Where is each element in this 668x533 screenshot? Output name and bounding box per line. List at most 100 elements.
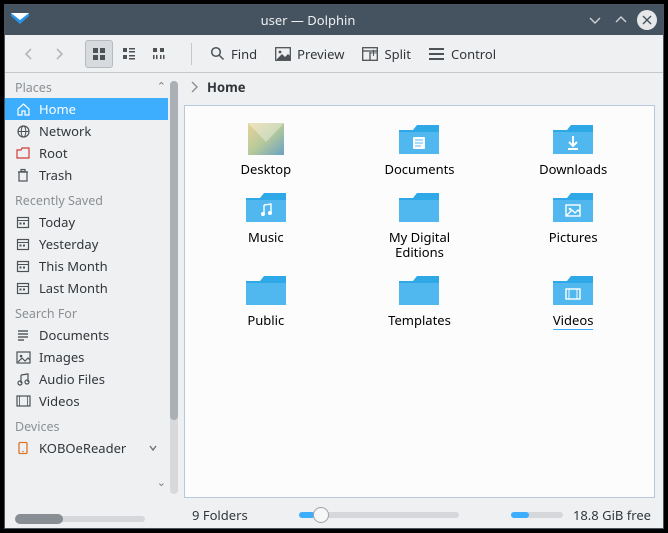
nav-forward-button[interactable] [45, 40, 73, 68]
calendar-icon [15, 258, 31, 274]
view-details-button[interactable] [145, 40, 173, 68]
file-item-videos[interactable]: Videos [500, 271, 646, 331]
calendar-icon [15, 214, 31, 230]
sidebar-item-last-month[interactable]: Last Month [5, 277, 168, 299]
preview-icon [275, 46, 291, 62]
sidebar-item-koboereader[interactable]: KOBOeReader [5, 437, 168, 459]
main-content: Home Desktop Documents Downloads Music M… [180, 73, 663, 528]
folder-icon [243, 271, 289, 309]
breadcrumb-separator-icon [190, 81, 199, 93]
sidebar-item-today[interactable]: Today [5, 211, 168, 233]
file-label: Documents [384, 162, 454, 178]
file-item-templates[interactable]: Templates [347, 271, 493, 331]
file-label: My Digital Editions [364, 230, 474, 261]
titlebar: user — Dolphin [5, 5, 663, 35]
find-button[interactable]: Find [202, 40, 264, 68]
sidebar-item-label: Last Month [39, 279, 108, 297]
file-label: Pictures [549, 230, 598, 246]
split-label: Split [384, 45, 411, 63]
svg-text:+: + [370, 47, 377, 61]
sidebar-scroll-up-icon[interactable]: ⌃ [157, 79, 166, 94]
sidebar-item-images[interactable]: Images [5, 346, 168, 368]
file-item-my-digital-editions[interactable]: My Digital Editions [347, 188, 493, 261]
folder-icon [396, 188, 442, 226]
sidebar-item-label: Yesterday [39, 235, 98, 253]
sidebar-item-trash[interactable]: Trash [5, 164, 168, 186]
sidebar-section-header: Recently Saved [5, 186, 168, 211]
device-icon [15, 440, 31, 456]
sidebar-scrollbar[interactable] [170, 81, 178, 494]
chevron-right-icon [51, 46, 67, 62]
file-item-downloads[interactable]: Downloads [500, 120, 646, 178]
preview-button[interactable]: Preview [268, 40, 351, 68]
control-button[interactable]: Control [422, 40, 503, 68]
file-item-pictures[interactable]: Pictures [500, 188, 646, 261]
sidebar-section-header: Search For [5, 299, 168, 324]
status-bar: 9 Folders 18.8 GiB free [180, 502, 663, 528]
find-label: Find [231, 45, 257, 63]
close-button[interactable] [637, 10, 657, 30]
doc-icon [15, 327, 31, 343]
sidebar-item-label: This Month [39, 257, 108, 275]
dolphin-window: user — Dolphin Find Preview [4, 4, 664, 529]
zoom-slider[interactable] [299, 512, 459, 518]
chevron-down-icon[interactable] [148, 443, 158, 453]
folder-icon [550, 188, 596, 226]
sidebar-item-label: Trash [39, 166, 72, 184]
sidebar-item-documents[interactable]: Documents [5, 324, 168, 346]
trash-icon [15, 167, 31, 183]
nav-back-button[interactable] [15, 40, 43, 68]
split-button[interactable]: + Split [355, 40, 418, 68]
view-compact-button[interactable] [115, 40, 143, 68]
sidebar-section-header: Places [5, 73, 168, 98]
app-icon [11, 11, 29, 29]
sidebar-item-network[interactable]: Network [5, 120, 168, 142]
calendar-icon [15, 280, 31, 296]
status-count: 9 Folders [192, 506, 248, 524]
calendar-icon [15, 236, 31, 252]
sidebar-item-label: Documents [39, 326, 109, 344]
sidebar-item-label: Videos [39, 392, 80, 410]
sidebar-item-home[interactable]: Home [5, 98, 168, 120]
file-view[interactable]: Desktop Documents Downloads Music My Dig… [184, 105, 655, 498]
file-label: Templates [388, 313, 451, 329]
audio-icon [15, 371, 31, 387]
sidebar-item-label: Network [39, 122, 91, 140]
sidebar-scroll-thumb[interactable] [170, 81, 178, 420]
file-label: Videos [553, 313, 594, 331]
folder-icon [396, 271, 442, 309]
search-icon [209, 46, 225, 62]
sidebar-scroll-down-icon[interactable]: ⌄ [157, 475, 166, 490]
file-item-public[interactable]: Public [193, 271, 339, 331]
sidebar-item-label: KOBOeReader [39, 439, 126, 457]
sidebar-item-audio-files[interactable]: Audio Files [5, 368, 168, 390]
file-label: Downloads [539, 162, 607, 178]
zoom-handle[interactable] [313, 507, 329, 523]
sidebar-width-slider[interactable] [15, 516, 145, 522]
breadcrumb[interactable]: Home [180, 73, 663, 101]
sidebar-item-label: Images [39, 348, 84, 366]
file-item-documents[interactable]: Documents [347, 120, 493, 178]
file-item-music[interactable]: Music [193, 188, 339, 261]
sidebar-section-header: Devices [5, 412, 168, 437]
file-label: Public [247, 313, 284, 329]
sidebar-item-label: Root [39, 144, 68, 162]
sidebar-slider-handle[interactable] [15, 514, 63, 524]
video-icon [15, 393, 31, 409]
sidebar-item-label: Home [39, 100, 76, 118]
toolbar: Find Preview + Split Control [5, 35, 663, 73]
file-item-desktop[interactable]: Desktop [193, 120, 339, 178]
folder-icon [550, 271, 596, 309]
maximize-button[interactable] [611, 10, 631, 30]
chevron-left-icon [21, 46, 37, 62]
control-label: Control [451, 45, 496, 63]
sidebar-item-this-month[interactable]: This Month [5, 255, 168, 277]
sidebar-item-root[interactable]: Root [5, 142, 168, 164]
folder-icon [550, 120, 596, 158]
sidebar-item-videos[interactable]: Videos [5, 390, 168, 412]
status-free: 18.8 GiB free [573, 506, 651, 524]
view-icons-button[interactable] [85, 40, 113, 68]
breadcrumb-current[interactable]: Home [207, 78, 246, 96]
minimize-button[interactable] [585, 10, 605, 30]
sidebar-item-yesterday[interactable]: Yesterday [5, 233, 168, 255]
